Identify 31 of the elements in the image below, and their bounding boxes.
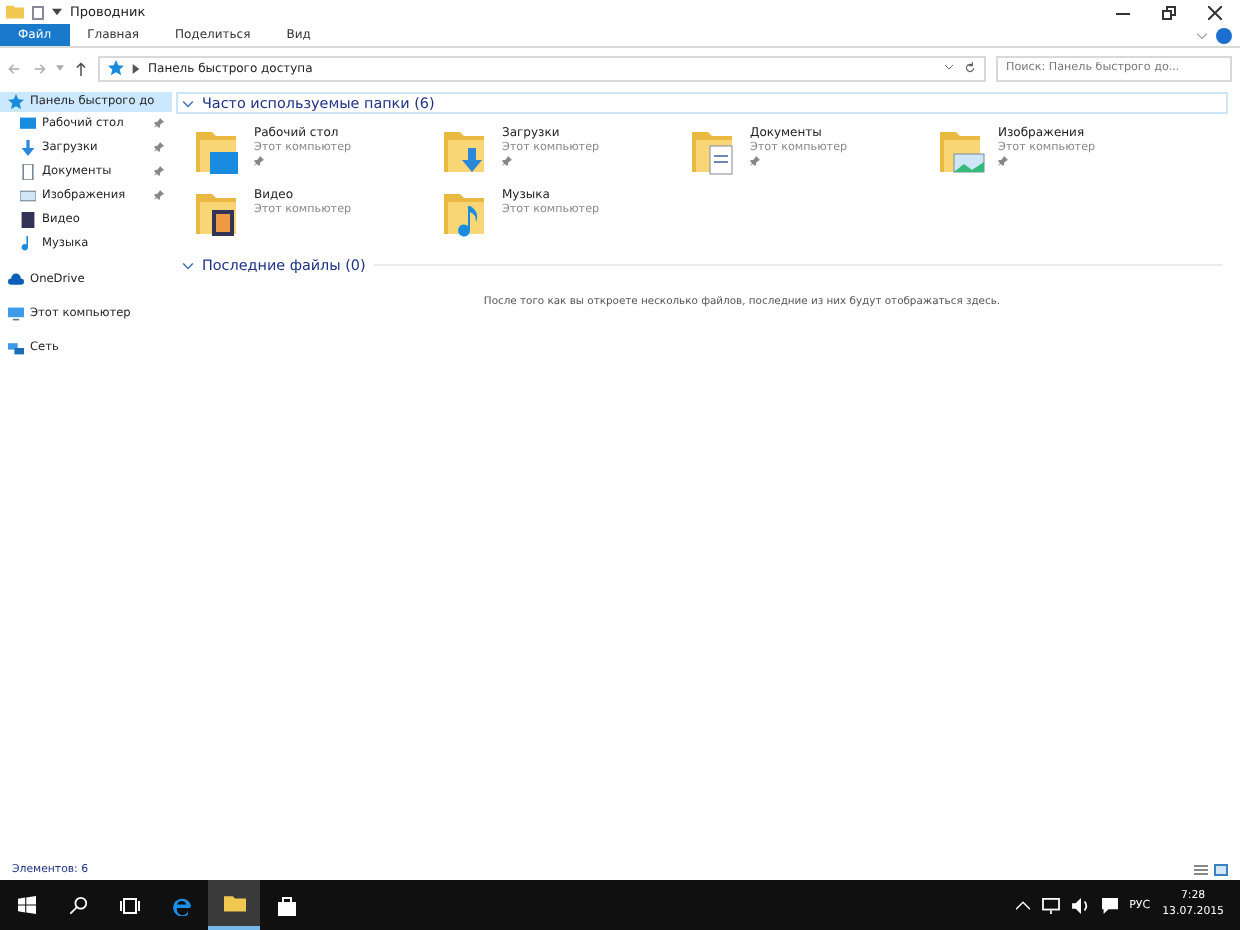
folder-icon — [223, 894, 245, 912]
network-icon[interactable] — [1041, 897, 1060, 913]
folder-icon — [6, 4, 24, 20]
network-icon — [8, 340, 24, 356]
windows-logo-icon[interactable] — [17, 896, 35, 914]
speaker-icon[interactable] — [1071, 897, 1090, 913]
shopping-bag-icon[interactable] — [277, 895, 295, 915]
browser-logo-icon[interactable] — [172, 895, 192, 915]
film-icon — [20, 212, 36, 228]
document-icon — [20, 164, 36, 180]
document-icon[interactable] — [32, 5, 44, 19]
close-icon[interactable] — [1208, 5, 1222, 19]
picture-icon — [20, 188, 36, 204]
caret-icon[interactable] — [52, 8, 62, 16]
task-view-icon[interactable] — [120, 897, 140, 913]
chevron-icon — [132, 63, 140, 73]
message-icon[interactable] — [1101, 897, 1118, 913]
computer-icon — [8, 306, 24, 322]
help-icon[interactable] — [1216, 27, 1232, 43]
cloud-icon — [8, 272, 24, 288]
star-icon — [108, 60, 124, 76]
refresh-icon[interactable] — [964, 62, 976, 74]
download-arrow-icon — [20, 140, 36, 156]
desktop-icon — [20, 116, 36, 132]
up-arrow-icon[interactable] — [74, 61, 88, 75]
taskbar-button[interactable] — [208, 880, 260, 930]
details-view-icon[interactable] — [1194, 864, 1208, 876]
restore-icon[interactable] — [1162, 5, 1176, 19]
star-icon — [8, 94, 24, 110]
search-icon[interactable] — [69, 896, 87, 914]
tiles-view-icon[interactable] — [1214, 864, 1228, 876]
